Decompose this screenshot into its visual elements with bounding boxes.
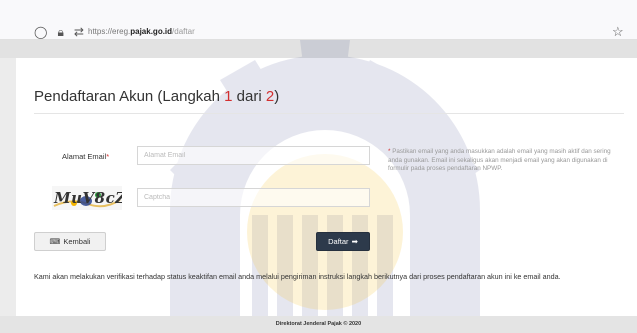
shield-icon[interactable]: ◯ [34, 26, 47, 38]
captcha-text: MuV8cZ [53, 189, 122, 207]
title-middle: dari [232, 88, 266, 105]
submit-button[interactable]: Daftar ➡ [316, 232, 370, 251]
email-hint: * Pastikan email yang anda masukkan adal… [388, 148, 620, 174]
arrow-left-circle-icon: ⌨ [49, 237, 61, 246]
captcha-image: MuV8cZ [52, 186, 122, 210]
verification-info: Kami akan melakukan verifikasi terhadap … [34, 272, 561, 281]
title-prefix: Pendaftaran Akun (Langkah [34, 88, 225, 105]
url-path: /daftar [172, 27, 195, 36]
url-bar[interactable]: https://ereg.pajak.go.id/daftar [88, 27, 195, 36]
page-header-strip [0, 40, 637, 58]
email-label-text: Alamat Email [62, 152, 107, 161]
captcha-input[interactable] [137, 188, 370, 207]
required-mark: * [106, 152, 110, 161]
star-icon[interactable]: ☆ [612, 24, 624, 40]
step-total: 2 [265, 88, 275, 105]
page-title: Pendaftaran Akun (Langkah 1 dari 2) [34, 88, 279, 105]
back-button[interactable]: ⌨ Kembali [34, 232, 106, 251]
arrow-right-circle-icon: ➡ [351, 237, 358, 246]
url-prefix: https://ereg. [88, 27, 131, 36]
browser-toolbar: ◯ 🔒︎ ⇄ https://ereg.pajak.go.id/daftar ☆ [0, 0, 637, 40]
hint-text: Pastikan email yang anda masukkan adalah… [388, 148, 611, 173]
email-input[interactable] [137, 146, 370, 165]
footer-text: Direktorat Jenderal Pajak © 2020 [275, 321, 362, 327]
url-host: pajak.go.id [130, 27, 173, 36]
title-divider [34, 113, 624, 114]
url-bar-icons: ◯ 🔒︎ ⇄ [34, 26, 84, 38]
submit-button-label: Daftar [328, 237, 349, 246]
email-label: Alamat Email* [62, 152, 109, 161]
title-suffix: ) [274, 88, 280, 105]
lock-icon[interactable]: 🔒︎ [57, 26, 63, 38]
tracker-icon[interactable]: ⇄ [74, 26, 84, 38]
back-button-label: Kembali [63, 237, 91, 246]
step-current: 1 [224, 88, 233, 105]
